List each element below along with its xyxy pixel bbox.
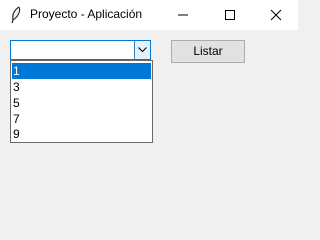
close-button[interactable] xyxy=(253,0,299,30)
chevron-down-icon xyxy=(138,47,147,53)
dropdown-option[interactable]: 7 xyxy=(12,111,151,127)
number-combobox[interactable] xyxy=(10,40,151,60)
dropdown-option[interactable]: 5 xyxy=(12,95,151,111)
title-bar[interactable]: Proyecto - Aplicación xyxy=(0,0,298,30)
feather-icon xyxy=(8,6,24,24)
combobox-dropdown-button[interactable] xyxy=(134,41,150,59)
minimize-icon xyxy=(178,14,188,16)
minimize-button[interactable] xyxy=(160,0,206,30)
app-window: Proyecto - Aplicación Listar 1 3 5 7 9 xyxy=(0,0,298,228)
dropdown-option[interactable]: 9 xyxy=(12,126,151,142)
close-icon xyxy=(270,9,282,21)
listar-button[interactable]: Listar xyxy=(171,40,245,63)
dropdown-option[interactable]: 1 xyxy=(12,63,151,79)
dropdown-option[interactable]: 3 xyxy=(12,79,151,95)
maximize-button[interactable] xyxy=(207,0,253,30)
combobox-dropdown-list[interactable]: 1 3 5 7 9 xyxy=(10,60,153,143)
window-title: Proyecto - Aplicación xyxy=(30,7,143,21)
maximize-icon xyxy=(225,10,235,20)
